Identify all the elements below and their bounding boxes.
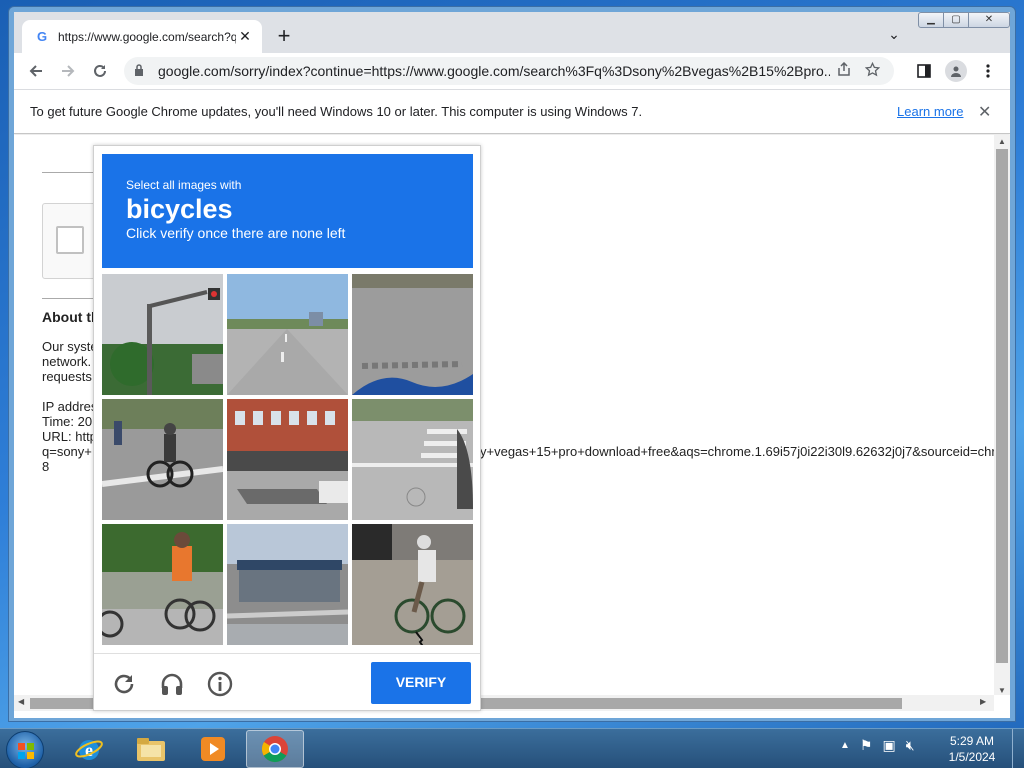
taskbar-clock[interactable]: 5:29 AM 1/5/2024 <box>942 733 1002 765</box>
google-favicon-icon: G <box>36 29 48 44</box>
menu-kebab-icon[interactable] <box>974 57 1002 85</box>
blocked-url-tail: y+vegas+15+pro+download+free&aqs=chrome.… <box>480 444 994 459</box>
challenge-header: Select all images with bicycles Click ve… <box>102 154 473 268</box>
image-tile-4[interactable] <box>102 399 223 520</box>
challenge-hint: Click verify once there are none left <box>126 225 346 241</box>
profile-avatar[interactable] <box>942 57 970 85</box>
image-tile-7[interactable] <box>102 524 223 645</box>
tab-google-search[interactable]: G https://www.google.com/search?q= ✕ <box>22 20 262 53</box>
taskbar-file-explorer[interactable] <box>122 730 180 768</box>
url-label: URL: http <box>42 429 97 444</box>
clock-time: 5:29 AM <box>949 734 995 748</box>
about-line-1: Our syste <box>42 339 98 354</box>
recaptcha-challenge: Select all images with bicycles Click ve… <box>93 145 481 711</box>
chrome-browser: G https://www.google.com/search?q= ✕ + ⌄… <box>14 12 1010 718</box>
time-label: Time: 20 <box>42 414 93 429</box>
browser-toolbar: google.com/sorry/index?continue=https://… <box>14 53 1010 89</box>
image-tile-9[interactable] <box>352 524 473 645</box>
audio-challenge-headphones-icon[interactable] <box>156 668 188 700</box>
vertical-scrollbar[interactable]: ▲ ▼ <box>994 135 1010 695</box>
infobar-close-icon[interactable]: ✕ <box>978 102 991 122</box>
media-player-icon <box>201 737 225 761</box>
url-text[interactable]: google.com/sorry/index?continue=https://… <box>158 63 830 79</box>
scroll-up-arrow-icon[interactable]: ▲ <box>994 137 1010 146</box>
query-start: q=sony+ <box>42 444 92 459</box>
image-grid <box>102 274 473 645</box>
network-icon[interactable]: ▣ <box>882 737 895 754</box>
address-bar[interactable]: google.com/sorry/index?continue=https://… <box>124 57 894 85</box>
maximize-button[interactable]: ▢ <box>943 12 969 28</box>
info-icon[interactable] <box>204 668 236 700</box>
scroll-left-arrow-icon[interactable]: ◀ <box>18 697 24 706</box>
image-tile-6[interactable] <box>352 399 473 520</box>
tab-strip: G https://www.google.com/search?q= ✕ + ⌄… <box>14 12 1010 53</box>
query-end: 8 <box>42 459 50 474</box>
reload-challenge-icon[interactable] <box>108 668 140 700</box>
tab-title: https://www.google.com/search?q= <box>58 29 236 44</box>
taskbar-chrome[interactable] <box>246 730 304 768</box>
about-line-2: network. <box>42 354 92 369</box>
recaptcha-checkbox[interactable] <box>56 226 84 254</box>
verify-button[interactable]: VERIFY <box>371 662 471 704</box>
challenge-target: bicycles <box>126 194 233 224</box>
learn-more-link[interactable]: Learn more <box>897 104 963 119</box>
update-infobar: To get future Google Chrome updates, you… <box>14 89 1010 134</box>
ip-address-label: IP addres <box>42 399 98 414</box>
tab-search-chevron-icon[interactable]: ⌄ <box>884 26 904 46</box>
bookmark-star-icon[interactable] <box>858 61 886 81</box>
new-tab-button[interactable]: + <box>272 25 296 49</box>
internet-explorer-icon: e <box>75 740 103 760</box>
about-line-3: requests <box>42 369 92 384</box>
image-tile-5[interactable] <box>227 399 348 520</box>
back-arrow-icon[interactable] <box>20 55 52 87</box>
folder-icon <box>137 738 165 761</box>
system-tray: ▲ ⚑ ▣ 🔇︎ <box>840 737 915 754</box>
image-tile-1[interactable] <box>102 274 223 395</box>
tray-expand-arrow-icon[interactable]: ▲ <box>840 737 850 754</box>
scroll-down-arrow-icon[interactable]: ▼ <box>994 686 1010 695</box>
infobar-message: To get future Google Chrome updates, you… <box>30 104 643 119</box>
start-button[interactable] <box>6 731 44 768</box>
reload-icon[interactable] <box>84 55 116 87</box>
lock-icon[interactable] <box>134 63 148 79</box>
about-heading: About th <box>42 309 100 325</box>
window-close-button[interactable]: ✕ <box>968 12 1010 28</box>
vertical-scroll-thumb[interactable] <box>996 149 1008 663</box>
image-tile-2[interactable] <box>227 274 348 395</box>
chrome-icon <box>261 736 288 763</box>
volume-muted-icon[interactable]: 🔇︎ <box>906 737 915 754</box>
action-center-flag-icon[interactable]: ⚑ <box>860 737 873 754</box>
challenge-footer: VERIFY <box>94 653 480 711</box>
windows-taskbar: e ▲ ⚑ ▣ 🔇︎ 5:29 AM 1/5/2024 <box>0 728 1024 768</box>
windows-logo-icon <box>18 743 34 759</box>
taskbar-internet-explorer[interactable]: e <box>60 730 118 768</box>
image-tile-3[interactable] <box>352 274 473 395</box>
minimize-button[interactable]: ▁ <box>918 12 944 28</box>
show-desktop-button[interactable] <box>1012 729 1024 768</box>
person-icon <box>945 60 967 82</box>
share-icon[interactable] <box>830 61 858 80</box>
image-tile-8[interactable] <box>227 524 348 645</box>
side-panel-icon[interactable] <box>910 57 938 85</box>
tab-close-icon[interactable]: ✕ <box>236 28 254 45</box>
taskbar-media-player[interactable] <box>184 730 242 768</box>
forward-arrow-icon[interactable] <box>52 55 84 87</box>
clock-date: 1/5/2024 <box>948 750 996 764</box>
challenge-instruction: Select all images with <box>126 178 242 192</box>
scroll-right-arrow-icon[interactable]: ▶ <box>980 697 986 706</box>
